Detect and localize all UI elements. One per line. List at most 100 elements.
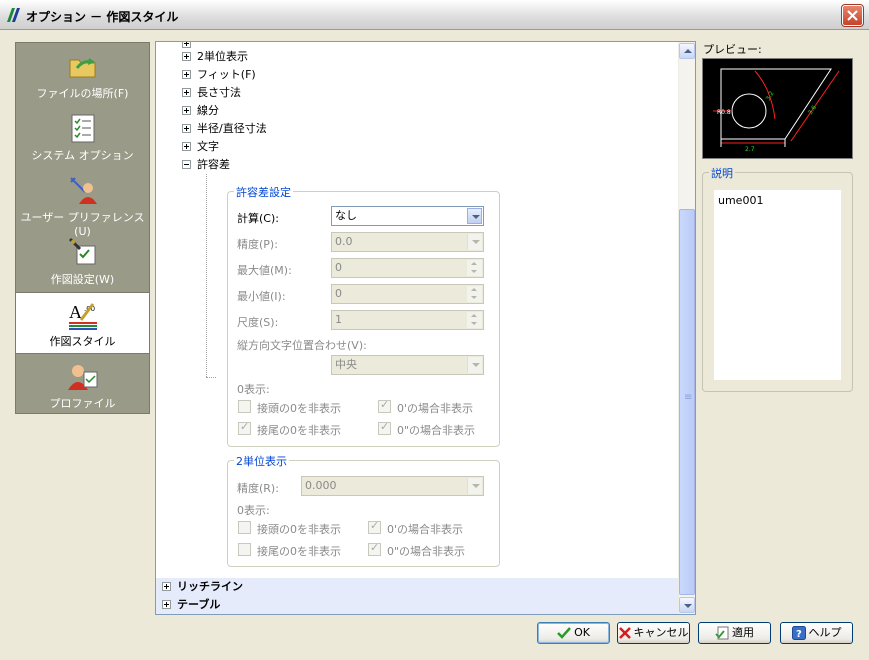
calc-method-select[interactable]: なし (331, 206, 484, 226)
expand-icon[interactable] (182, 69, 191, 79)
zero-feet-checkbox[interactable] (378, 398, 391, 413)
chevron-down-icon (467, 357, 482, 373)
expand-icon[interactable] (182, 123, 191, 133)
tree-node-text[interactable]: 文字 (182, 139, 219, 155)
expand-icon[interactable] (182, 105, 191, 115)
folder-arrow-icon (69, 58, 95, 78)
checkbox-label: 0"の場合非表示 (387, 545, 466, 558)
chevron-down-icon (467, 478, 482, 494)
sidebar-item-label: 作図スタイル (49, 335, 116, 348)
checkbox-label: 0"の場合非表示 (397, 424, 476, 437)
checkbox-label: 0'の場合非表示 (387, 523, 464, 536)
user-preferences-icon (69, 177, 97, 204)
close-button[interactable] (841, 4, 864, 27)
svg-text:?: ? (796, 629, 802, 640)
help-button[interactable]: ? ヘルプ (780, 622, 853, 644)
ok-button[interactable]: OK (537, 622, 610, 644)
alt-zero-inches-checkbox[interactable] (368, 541, 381, 556)
calc-method-label: 計算(C): (237, 212, 279, 225)
sidebar-item-label: システム オプション (31, 149, 134, 162)
description-text: ume001 (718, 194, 764, 207)
sidebar-item-profile[interactable]: プロファイル (16, 355, 149, 417)
expand-icon[interactable] (182, 51, 191, 61)
expand-icon[interactable] (182, 141, 191, 151)
description-box (714, 190, 841, 380)
tree-node-table[interactable]: テーブル (156, 596, 679, 614)
tree-node-multiline[interactable]: リッチライン (156, 578, 679, 596)
expand-icon[interactable] (162, 581, 171, 591)
tree-node-tolerance[interactable]: 許容差 (182, 157, 230, 173)
sidebar-item-drawing-style[interactable]: A .00 作図スタイル (16, 292, 149, 354)
trailing-zero-checkbox[interactable] (238, 420, 251, 435)
sidebar-item-file-locations[interactable]: ファイルの場所(F) (16, 45, 149, 107)
sidebar-item-system-options[interactable]: システム オプション (16, 107, 149, 169)
vertical-align-select: 中央 (331, 355, 484, 375)
group-title: 2単位表示 (234, 453, 289, 469)
tree-node-lines[interactable]: 線分 (182, 103, 219, 119)
precision-label: 精度(P): (237, 238, 278, 251)
profile-icon (67, 365, 97, 390)
dimension-preview: R0.8 3.2 2.7 3.6 (702, 58, 853, 159)
zero-suppress-label: 0表示: (237, 383, 270, 396)
expand-icon[interactable] (162, 599, 171, 609)
alt-trailing-zero-checkbox[interactable] (238, 543, 251, 556)
spin-down-icon (467, 294, 482, 302)
category-sidebar: ファイルの場所(F) システム オプション ユーザー プリファレンス(U) 作図… (15, 42, 150, 414)
tree-node-radius-diameter[interactable]: 半径/直径寸法 (182, 121, 267, 137)
leading-zero-checkbox[interactable] (238, 400, 251, 413)
sidebar-item-label: 作図設定(W) (50, 273, 115, 286)
tree-node-fit[interactable]: フィット(F) (182, 67, 256, 83)
close-icon (847, 10, 858, 21)
preview-angle-text: 3.2 (765, 90, 776, 102)
collapse-icon[interactable] (182, 159, 191, 169)
spin-up-icon (467, 312, 482, 320)
cross-icon (618, 627, 631, 639)
checkbox-label: 接頭の0を非表示 (257, 523, 341, 536)
tree-node-linear-dimension[interactable]: 長さ寸法 (182, 85, 241, 101)
checklist-icon (71, 114, 94, 143)
scroll-thumb[interactable] (679, 209, 695, 595)
app-logo-icon (7, 8, 20, 22)
scroll-down-button[interactable] (679, 597, 695, 613)
preview-label: プレビュー: (703, 43, 762, 56)
preview-drawing: R0.8 3.2 2.7 3.6 (713, 68, 840, 153)
sidebar-item-user-preferences[interactable]: ユーザー プリファレンス(U) (16, 169, 149, 238)
spin-down-icon (467, 268, 482, 276)
scale-label: 尺度(S): (237, 316, 279, 329)
expand-icon[interactable] (182, 87, 191, 97)
scroll-up-button[interactable] (679, 43, 695, 59)
alt-zero-feet-checkbox[interactable] (368, 519, 381, 534)
alt-precision-select: 0.000 (301, 476, 484, 496)
checkbox-label: 接頭の0を非表示 (257, 402, 341, 415)
spin-up-icon (467, 286, 482, 294)
tree-connector (206, 377, 216, 378)
sidebar-item-drawing-settings[interactable]: 作図設定(W) (16, 231, 149, 293)
max-value-label: 最大値(M): (237, 264, 292, 277)
alt-leading-zero-checkbox[interactable] (238, 521, 251, 534)
alt-zero-suppress-label: 0表示: (237, 504, 270, 517)
vertical-align-label: 縦方向文字位置合わせ(V): (237, 339, 367, 352)
checkbox-label: 接尾の0を非表示 (257, 424, 341, 437)
apply-button[interactable]: 適用 (698, 622, 771, 644)
preview-radius-text: R0.8 (717, 109, 731, 116)
apply-icon (715, 626, 729, 640)
help-icon: ? (791, 626, 806, 640)
settings-tree-panel: 2単位表示 フィット(F) 長さ寸法 線分 半径/直径寸法 文字 許容差 許容差… (155, 41, 696, 615)
sidebar-item-label: ファイルの場所(F) (36, 87, 129, 100)
spin-down-icon (467, 320, 482, 328)
title-bar: オプション － 作図スタイル (0, 0, 869, 30)
spin-up-icon (467, 260, 482, 268)
cancel-button[interactable]: キャンセル (617, 622, 690, 644)
preview-aligned-text: 3.6 (807, 104, 818, 116)
zero-inches-checkbox[interactable] (378, 420, 391, 435)
tree-connector (206, 174, 207, 377)
alt-precision-label: 精度(R): (237, 482, 279, 495)
scale-stepper: 1 (331, 310, 484, 330)
min-value-stepper: 0 (331, 284, 484, 304)
vertical-scrollbar[interactable] (678, 42, 695, 614)
description-label: 説明 (709, 165, 735, 181)
checkbox-label: 接尾の0を非表示 (257, 545, 341, 558)
tree-node-alt-units[interactable]: 2単位表示 (182, 49, 248, 65)
chevron-down-icon[interactable] (467, 208, 482, 224)
drawing-style-icon: A .00 (68, 302, 97, 330)
